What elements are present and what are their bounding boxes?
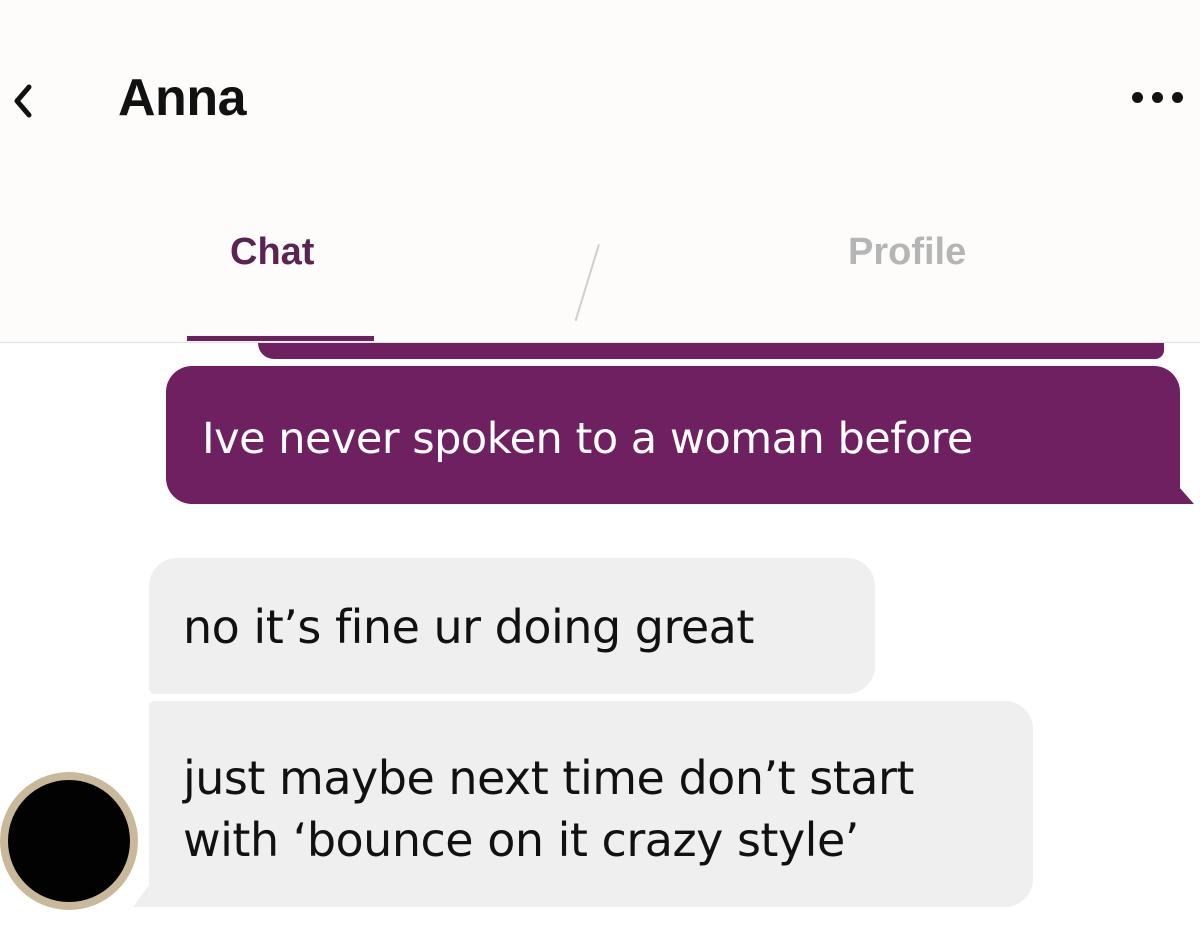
contact-name: Anna — [118, 69, 247, 127]
message-line: just maybe next time don’t start — [183, 751, 914, 805]
tab-divider — [574, 244, 600, 322]
chevron-left-icon-svg — [14, 84, 32, 118]
avatar-image-redacted — [8, 780, 130, 902]
outgoing-message-bubble: Ive never spoken to a woman before — [166, 366, 1194, 504]
avatar[interactable] — [0, 772, 138, 910]
tab-profile[interactable]: Profile — [848, 231, 966, 274]
more-horizontal-icon[interactable] — [1132, 82, 1200, 112]
message-text: just maybe next time don’t start with ‘b… — [183, 747, 914, 871]
incoming-message-bubble: just maybe next time don’t start with ‘b… — [133, 701, 1033, 907]
active-tab-indicator — [187, 336, 374, 341]
more-dot — [1132, 91, 1143, 103]
message-text: no it’s fine ur doing great — [183, 600, 754, 654]
incoming-message-bubble: no it’s fine ur doing great — [149, 558, 875, 694]
chat-header: Anna Chat Profile — [0, 0, 1200, 343]
more-dot — [1152, 91, 1163, 103]
message-text: Ive never spoken to a woman before — [202, 414, 973, 464]
more-dot — [1172, 91, 1183, 103]
tab-chat[interactable]: Chat — [230, 231, 314, 274]
message-line: with ‘bounce on it crazy style’ — [183, 813, 859, 867]
chevron-left-icon[interactable] — [2, 78, 42, 124]
previous-message-bubble — [258, 343, 1164, 359]
